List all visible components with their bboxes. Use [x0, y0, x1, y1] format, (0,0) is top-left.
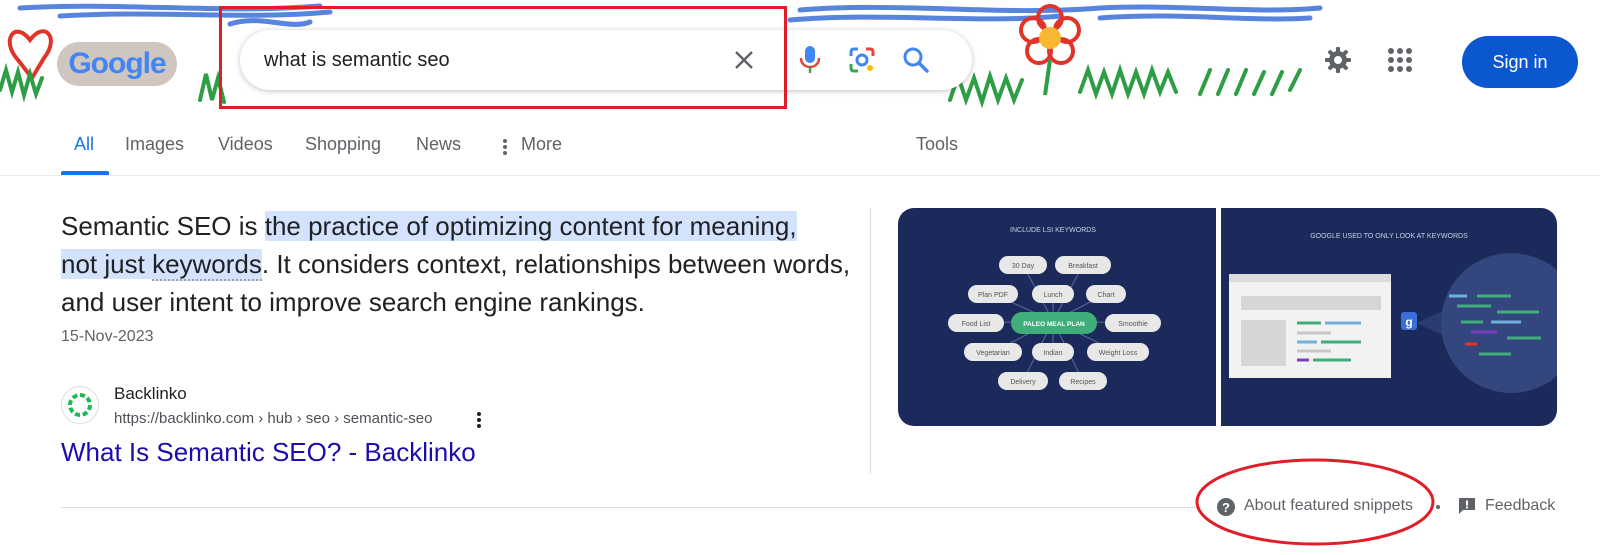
bubble-indian: Indian — [1043, 350, 1062, 357]
svg-text:g: g — [1405, 315, 1412, 329]
bubble-vegetarian: Vegetarian — [976, 350, 1010, 357]
camera-lens-icon[interactable] — [846, 44, 878, 76]
tab-news[interactable]: News — [416, 134, 461, 155]
bubble-weight-loss: Weight Loss — [1099, 350, 1138, 357]
bubble-breakfast: Breakfast — [1068, 263, 1098, 270]
gear-icon[interactable] — [1322, 44, 1354, 76]
google-doodle-logo[interactable]: Google — [57, 42, 177, 86]
keywords-term-link[interactable]: keywords — [152, 249, 262, 281]
bubble-food-list: Food List — [962, 321, 991, 328]
annotation-ellipse — [1195, 458, 1435, 546]
microphone-icon[interactable] — [794, 44, 826, 76]
snippet-date: 15-Nov-2023 — [61, 328, 154, 345]
snippet-lead: Semantic SEO is — [61, 211, 265, 241]
result-url[interactable]: https://backlinko.com › hub › seo › sema… — [114, 410, 432, 427]
search-icon[interactable] — [900, 44, 932, 76]
bubble-smoothie: Smoothie — [1118, 321, 1148, 328]
results-divider — [61, 507, 1201, 508]
bubble-paleo-meal-plan: PALEO MEAL PLAN — [1023, 321, 1085, 328]
more-vert-icon[interactable] — [502, 138, 508, 156]
snippet-image-lsi-keywords[interactable]: INCLUDE LSI KEYWORDS 30 Day Breakfast Pl… — [898, 208, 1216, 426]
bubble-lunch: Lunch — [1043, 292, 1062, 299]
result-site-name[interactable]: Backlinko — [114, 384, 187, 404]
featured-snippet-text: Semantic SEO is the practice of optimizi… — [61, 207, 851, 321]
tab-images[interactable]: Images — [125, 134, 184, 155]
backlinko-favicon — [61, 386, 99, 424]
feedback-link[interactable]: Feedback — [1485, 497, 1555, 515]
logo-text: Google — [68, 47, 166, 80]
annotation-rectangle — [219, 6, 787, 109]
column-divider — [870, 208, 871, 474]
tab-videos[interactable]: Videos — [218, 134, 273, 155]
tab-shopping[interactable]: Shopping — [305, 134, 381, 155]
result-options-icon[interactable] — [473, 410, 485, 430]
feedback-icon — [1458, 497, 1476, 515]
bubble-recipes: Recipes — [1070, 379, 1096, 386]
result-title-link[interactable]: What Is Semantic SEO? - Backlinko — [61, 437, 476, 468]
bubble-chart: Chart — [1097, 292, 1114, 299]
image-left-title: INCLUDE LSI KEYWORDS — [1010, 227, 1096, 234]
sign-in-button[interactable]: Sign in — [1462, 36, 1578, 88]
snippet-highlight: the practice of optimizing content for m… — [264, 211, 797, 241]
tab-more[interactable]: More — [521, 134, 562, 155]
bubble-30-day: 30 Day — [1012, 263, 1035, 270]
apps-grid-icon[interactable] — [1384, 44, 1416, 76]
bubble-delivery: Delivery — [1010, 379, 1036, 386]
tabs-divider — [0, 175, 1600, 176]
tab-all[interactable]: All — [74, 134, 94, 155]
snippet-highlight-2: not just — [61, 249, 153, 279]
bubble-plan-pdf: Plan PDF — [978, 292, 1008, 299]
search-tabs: All Images Videos Shopping News More Too… — [0, 122, 1600, 176]
snippet-image-google-keywords[interactable]: GOOGLE USED TO ONLY LOOK AT KEYWORDS g — [1221, 208, 1557, 426]
tools-button[interactable]: Tools — [916, 134, 958, 155]
image-right-title: GOOGLE USED TO ONLY LOOK AT KEYWORDS — [1310, 233, 1468, 240]
